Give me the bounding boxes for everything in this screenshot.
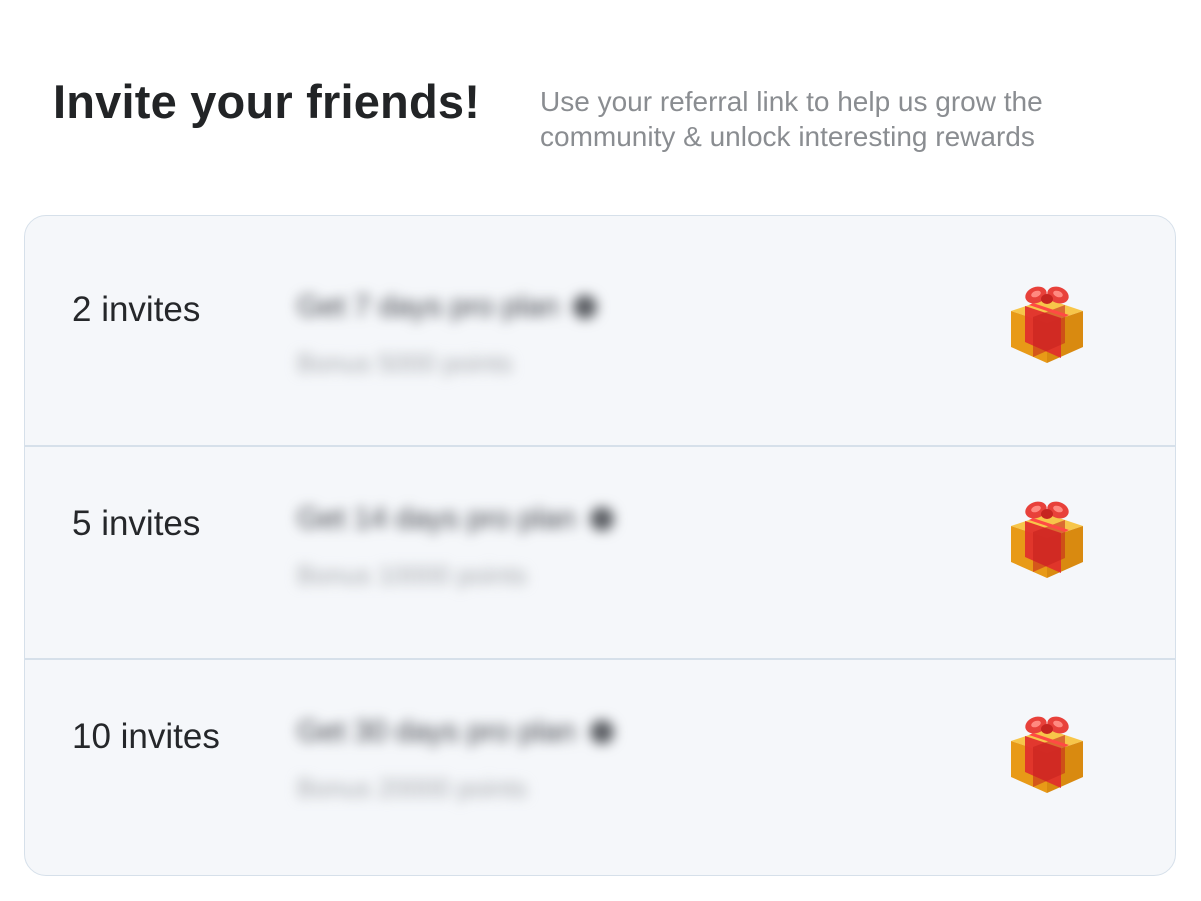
invite-count: 5 invites [72,504,201,543]
page-subtitle: Use your referral link to help us grow t… [540,86,1043,152]
reward-title-text: Get 30 days pro plan [297,715,576,748]
reward-title: Get 14 days pro plan [297,502,757,536]
star-icon [589,507,614,531]
reward-details: Get 14 days pro plan Bonus 10000 points [297,502,757,591]
page-header: Invite your friends! Use your referral l… [0,0,1201,200]
gift-icon [1011,716,1083,793]
invite-count: 2 invites [72,290,201,329]
reward-tier-row: 5 invites Get 14 days pro plan Bonus 100… [25,445,1175,658]
star-icon [589,720,614,744]
reward-title-text: Get 14 days pro plan [297,502,576,535]
reward-details: Get 30 days pro plan Bonus 20000 points [297,715,757,804]
page-title: Invite your friends! [53,75,481,128]
gift-icon [1011,286,1083,363]
reward-title: Get 7 days pro plan [297,290,757,324]
star-icon [572,295,597,319]
reward-details: Get 7 days pro plan Bonus 5000 points [297,290,757,379]
reward-bonus: Bonus 10000 points [297,560,527,590]
invite-count: 10 invites [72,717,220,756]
reward-tier-row: 10 invites Get 30 days pro plan Bonus 20… [25,658,1175,875]
gift-icon [1011,501,1083,578]
reward-bonus: Bonus 20000 points [297,773,527,803]
reward-title-text: Get 7 days pro plan [297,290,559,323]
reward-tier-row: 2 invites Get 7 days pro plan Bonus 5000… [25,216,1175,445]
reward-title: Get 30 days pro plan [297,715,757,749]
reward-bonus: Bonus 5000 points [297,348,513,378]
rewards-card: 2 invites Get 7 days pro plan Bonus 5000… [24,215,1176,876]
